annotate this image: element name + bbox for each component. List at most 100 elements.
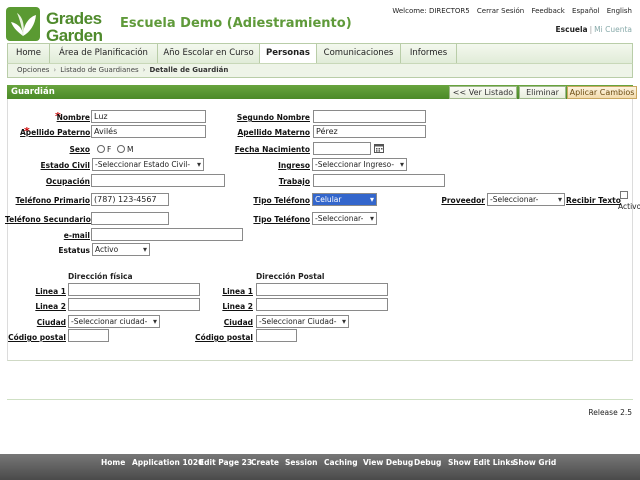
tab-personas[interactable]: Personas bbox=[260, 44, 317, 65]
dev-session-link[interactable]: Session bbox=[285, 458, 317, 467]
dev-debug-link[interactable]: Debug bbox=[414, 458, 441, 467]
app-title: Escuela Demo (Adiestramiento) bbox=[120, 16, 352, 31]
tab-ano-escolar[interactable]: Año Escolar en Curso bbox=[158, 44, 260, 64]
postal-linea1-input[interactable] bbox=[256, 283, 388, 296]
tipo-telefono2-label: Tipo Teléfono bbox=[253, 215, 310, 224]
espanol-link[interactable]: Español bbox=[572, 7, 599, 15]
footer-divider bbox=[7, 399, 633, 400]
fisica-codigo-postal-label: Código postal bbox=[8, 333, 66, 342]
logo-line-1: Grades bbox=[46, 9, 102, 28]
activo-checkbox[interactable] bbox=[620, 191, 628, 199]
dev-home-link[interactable]: Home bbox=[101, 458, 125, 467]
dev-show-grid-link[interactable]: Show Grid bbox=[513, 458, 556, 467]
telefono-secundario-label: Teléfono Secundario bbox=[5, 215, 91, 224]
tab-area-planificacion[interactable]: Área de Planificación bbox=[50, 44, 158, 64]
fisica-linea2-input[interactable] bbox=[68, 298, 200, 311]
dev-edit-page-link[interactable]: Edit Page 23 bbox=[199, 458, 252, 467]
tipo-telefono-select[interactable]: Celular bbox=[312, 193, 377, 206]
ver-listado-button[interactable]: << Ver Listado bbox=[449, 86, 517, 99]
main-tabs: Home Área de Planificación Año Escolar e… bbox=[7, 43, 633, 65]
estado-civil-label: Estado Civil bbox=[40, 161, 90, 170]
segundo-nombre-label: Segundo Nombre bbox=[236, 113, 310, 122]
segundo-nombre-input[interactable] bbox=[313, 110, 426, 123]
apellido-materno-input[interactable]: Pérez bbox=[313, 125, 426, 138]
ingreso-select[interactable]: -Seleccionar Ingreso- bbox=[312, 158, 407, 171]
logo-text: Grades Garden bbox=[46, 10, 103, 44]
breadcrumb-chevron-icon: › bbox=[142, 66, 146, 74]
nombre-label: Nombre bbox=[56, 113, 90, 122]
telefono-primario-label: Teléfono Primario bbox=[15, 196, 90, 205]
nombre-input[interactable]: Luz bbox=[91, 110, 206, 123]
recibir-texto-label: Recibir Texto bbox=[566, 196, 621, 205]
scope-escuela[interactable]: Escuela bbox=[556, 25, 588, 34]
sexo-m-radio[interactable] bbox=[117, 145, 125, 153]
breadcrumb-current: Detalle de Guardián bbox=[149, 66, 229, 74]
ocupacion-label: Ocupación bbox=[45, 177, 90, 186]
fecha-nacimiento-label: Fecha Nacimiento bbox=[234, 145, 310, 154]
tipo-telefono-label: Tipo Teléfono bbox=[253, 196, 310, 205]
postal-linea1-label: Linea 1 bbox=[222, 287, 253, 296]
logo-line-2: Garden bbox=[46, 26, 103, 45]
feedback-link[interactable]: Feedback bbox=[531, 7, 564, 15]
calendar-icon[interactable] bbox=[374, 143, 384, 153]
postal-codigo-postal-label: Código postal bbox=[195, 333, 253, 342]
telefono-secundario-input[interactable] bbox=[91, 212, 169, 225]
dev-view-debug-link[interactable]: View Debug bbox=[363, 458, 413, 467]
estado-civil-select[interactable]: -Seleccionar Estado Civil- bbox=[92, 158, 204, 171]
grades-garden-logo[interactable]: Grades Garden bbox=[6, 6, 110, 44]
region-title: Guardián bbox=[11, 87, 55, 97]
fisica-linea1-input[interactable] bbox=[68, 283, 200, 296]
tipo-telefono2-select[interactable]: -Seleccionar- bbox=[312, 212, 377, 225]
trabajo-label: Trabajo bbox=[278, 177, 310, 186]
sexo-m-label: M bbox=[127, 145, 134, 154]
fisica-codigo-postal-input[interactable] bbox=[68, 329, 109, 342]
dev-create-link[interactable]: Create bbox=[251, 458, 279, 467]
telefono-primario-input[interactable]: (787) 123-4567 bbox=[91, 193, 169, 206]
breadcrumb-listado[interactable]: Listado de Guardianes bbox=[60, 66, 138, 74]
top-links: Welcome: DIRECTOR5 Cerrar Sesión Feedbac… bbox=[387, 7, 632, 15]
fecha-nacimiento-input[interactable] bbox=[313, 142, 371, 155]
aplicar-cambios-button[interactable]: Aplicar Cambios bbox=[567, 86, 637, 99]
fisica-ciudad-select[interactable]: -Seleccionar ciudad- bbox=[68, 315, 160, 328]
dev-application-link[interactable]: Application 1020 bbox=[132, 458, 203, 467]
postal-ciudad-select[interactable]: -Seleccionar Ciudad- bbox=[256, 315, 349, 328]
activo-checkbox-label: Activo bbox=[618, 202, 640, 211]
postal-codigo-postal-input[interactable] bbox=[256, 329, 297, 342]
estatus-select[interactable]: Activo bbox=[92, 243, 150, 256]
apellido-paterno-input[interactable]: Avilés bbox=[91, 125, 206, 138]
breadcrumb-opciones[interactable]: Opciones bbox=[17, 66, 49, 74]
fisica-linea1-label: Linea 1 bbox=[35, 287, 66, 296]
ocupacion-input[interactable] bbox=[91, 174, 225, 187]
proveedor-select[interactable]: -Seleccionar- bbox=[487, 193, 565, 206]
breadcrumb: Opciones › Listado de Guardianes › Detalle d… bbox=[7, 63, 633, 78]
email-label: e-mail bbox=[63, 231, 90, 240]
apellido-materno-label: Apellido Materno bbox=[237, 128, 311, 137]
english-link[interactable]: English bbox=[607, 7, 632, 15]
logout-link[interactable]: Cerrar Sesión bbox=[477, 7, 524, 15]
leaf-icon bbox=[6, 7, 40, 41]
fisica-linea2-label: Linea 2 bbox=[35, 302, 66, 311]
fisica-ciudad-label: Ciudad bbox=[36, 318, 66, 327]
dev-caching-link[interactable]: Caching bbox=[324, 458, 358, 467]
proveedor-label: Proveedor bbox=[441, 196, 485, 205]
scope-mi-cuenta[interactable]: Mi Cuenta bbox=[594, 25, 632, 34]
tab-comunicaciones[interactable]: Comunicaciones bbox=[317, 44, 401, 64]
ingreso-label: Ingreso bbox=[278, 161, 310, 170]
eliminar-button[interactable]: Eliminar bbox=[519, 86, 566, 99]
sexo-f-label: F bbox=[107, 145, 112, 154]
tab-informes[interactable]: Informes bbox=[401, 44, 457, 64]
postal-ciudad-label: Ciudad bbox=[223, 318, 253, 327]
welcome-text: Welcome: DIRECTOR5 bbox=[392, 7, 470, 15]
email-input[interactable] bbox=[91, 228, 243, 241]
postal-linea2-input[interactable] bbox=[256, 298, 388, 311]
sexo-label: Sexo bbox=[69, 145, 90, 154]
tab-home[interactable]: Home bbox=[8, 44, 50, 64]
direccion-fisica-title: Dirección física bbox=[68, 272, 133, 281]
estatus-label: Estatus bbox=[58, 246, 90, 255]
direccion-postal-title: Dirección Postal bbox=[256, 272, 325, 281]
trabajo-input[interactable] bbox=[313, 174, 445, 187]
sexo-f-radio[interactable] bbox=[97, 145, 105, 153]
release-text: Release 2.5 bbox=[588, 408, 632, 417]
dev-show-edit-links[interactable]: Show Edit Links bbox=[448, 458, 515, 467]
postal-linea2-label: Linea 2 bbox=[222, 302, 253, 311]
